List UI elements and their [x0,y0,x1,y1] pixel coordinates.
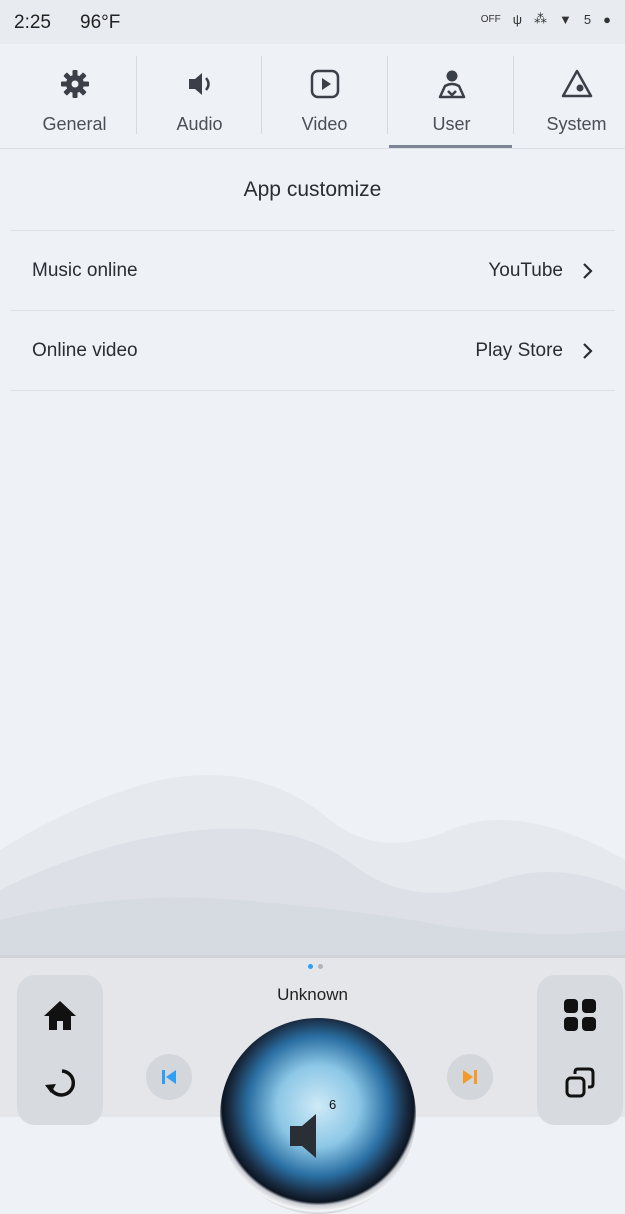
next-track-button[interactable] [447,1054,493,1100]
chevron-right-icon [583,343,593,359]
active-tab-indicator [389,145,512,148]
tab-user[interactable]: User [389,44,514,148]
brightness-icon: ● [603,11,611,27]
tab-label: General [42,114,107,134]
tab-label: Video [301,114,348,134]
row-value: Play Store [475,340,563,361]
background-mountains [0,775,625,955]
row-label: Music online [32,260,138,281]
recent-apps-button[interactable] [537,1053,623,1113]
page-dot [308,964,313,969]
volume-speaker-icon [290,1114,316,1158]
back-button[interactable] [17,1053,103,1113]
row-online-video[interactable]: Online video Play Store [10,310,615,391]
signal-count: 5 [583,11,592,27]
tab-audio[interactable]: Audio [137,44,262,148]
chevron-right-icon [583,263,593,279]
apps-grid-icon [564,999,596,1031]
user-icon [438,70,465,99]
wifi-icon: ▼ [559,11,572,27]
status-bar: 2:25 96°F OFF ψ ⁂ ▼ 5 ● [0,0,625,44]
section-title: App customize [243,178,382,201]
system-icon [561,69,592,98]
home-icon [44,1001,76,1030]
previous-track-button[interactable] [146,1054,192,1100]
apps-button[interactable] [537,985,623,1045]
status-icons: OFF ψ ⁂ ▼ 5 ● [481,11,611,27]
tab-label: Audio [176,114,223,134]
right-nav-panel [537,975,623,1125]
row-music-online[interactable]: Music online YouTube [10,230,615,311]
tab-general[interactable]: General [12,44,137,148]
bluetooth-icon: ⁂ [534,11,548,26]
settings-tabs: General Audio Video User System [0,44,625,149]
home-button[interactable] [17,985,103,1045]
skip-previous-icon [162,1070,176,1084]
tab-label: User [432,114,471,134]
status-time: 2:25 [14,12,51,33]
status-temperature: 96°F [80,12,121,33]
off-label: OFF [480,13,501,25]
play-icon [310,69,339,99]
gear-icon [60,70,89,98]
left-nav-panel [17,975,103,1125]
divider [10,390,615,391]
tab-divider [387,56,388,134]
tab-label: System [546,114,607,134]
page-dot [318,964,323,969]
tab-video[interactable]: Video [262,44,387,148]
page-indicator [308,964,323,969]
back-arrow-icon [45,1069,76,1097]
skip-next-icon [463,1070,477,1084]
media-dock: Unknown [0,955,625,1214]
row-label: Online video [32,340,138,361]
volume-knob[interactable] [220,1018,416,1214]
tab-system[interactable]: System [514,44,625,148]
row-value: YouTube [488,260,563,281]
usb-icon: ψ [512,11,523,27]
speaker-icon [188,73,210,95]
volume-level: 6 [329,1097,337,1112]
multitask-icon [565,1067,595,1098]
